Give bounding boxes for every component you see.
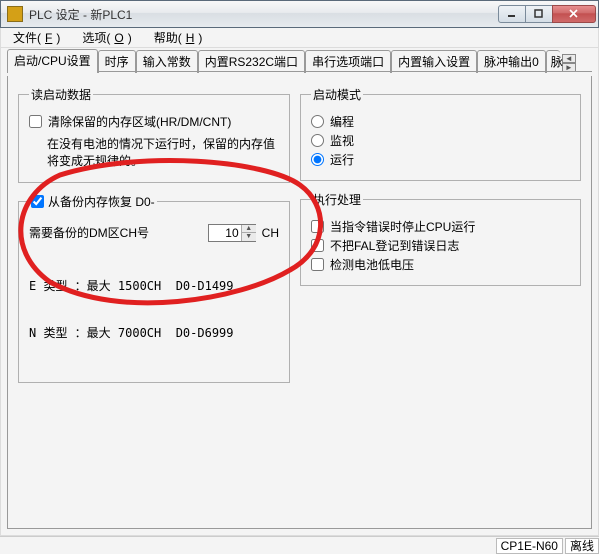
- dm-ch-up[interactable]: ▲: [242, 225, 256, 233]
- rad-monitor-input[interactable]: [311, 134, 324, 147]
- type-e-line: E 类型 ：最大 1500CH D0-D1499: [29, 279, 279, 295]
- note-line1: 在没有电池的情况下运行时，保留的内存值: [47, 136, 279, 153]
- chk-stop-on-error-input[interactable]: [311, 220, 324, 233]
- tab-startup-cpu[interactable]: 启动/CPU设置: [7, 49, 98, 73]
- dm-ch-unit: CH: [262, 226, 279, 240]
- chk-battery[interactable]: 检测电池低电压: [311, 256, 570, 273]
- chk-fal-log-input[interactable]: [311, 239, 324, 252]
- tab-pulse-out-0[interactable]: 脉冲输出0: [477, 50, 546, 73]
- chk-battery-label: 检测电池低电压: [330, 256, 414, 273]
- minimize-button[interactable]: [498, 5, 526, 23]
- menubar: 文件(F) 选项(O) 帮助(H): [0, 28, 599, 48]
- menu-options[interactable]: 选项(O): [74, 28, 139, 47]
- group-exec: 执行处理 当指令错误时停止CPU运行 不把FAL登记到错误日志 检测电池低电压: [300, 191, 581, 286]
- chk-fal-log[interactable]: 不把FAL登记到错误日志: [311, 237, 570, 254]
- tab-serial-option[interactable]: 串行选项端口: [305, 50, 391, 73]
- rad-program[interactable]: 编程: [311, 113, 570, 130]
- rad-program-input[interactable]: [311, 115, 324, 128]
- close-button[interactable]: [552, 5, 596, 23]
- rad-program-label: 编程: [330, 113, 354, 130]
- rad-run-label: 运行: [330, 151, 354, 168]
- tab-rs232c[interactable]: 内置RS232C端口: [198, 50, 305, 73]
- chk-restore-backup[interactable]: [31, 195, 44, 208]
- rad-monitor-label: 监视: [330, 132, 354, 149]
- note-no-battery: 在没有电池的情况下运行时，保留的内存值 将变成无规律的。: [47, 136, 279, 170]
- chk-clear-retained[interactable]: 清除保留的内存区域(HR/DM/CNT): [29, 113, 279, 130]
- dm-ch-down[interactable]: ▼: [242, 233, 256, 241]
- tab-builtin-input[interactable]: 内置输入设置: [391, 50, 477, 73]
- dm-ch-spinner[interactable]: ▲ ▼: [208, 224, 256, 242]
- tab-input-const[interactable]: 输入常数: [136, 50, 198, 73]
- window-buttons: [499, 5, 596, 23]
- rad-run-input[interactable]: [311, 153, 324, 166]
- dm-ch-input[interactable]: [209, 226, 241, 240]
- menu-help[interactable]: 帮助(H): [146, 28, 211, 47]
- group-read-boot-legend: 读启动数据: [29, 86, 93, 103]
- rad-monitor[interactable]: 监视: [311, 132, 570, 149]
- group-boot-mode-legend: 启动模式: [311, 86, 363, 103]
- tab-scroll: ◄ ►: [562, 54, 576, 72]
- dm-ch-label: 需要备份的DM区CH号: [29, 224, 149, 241]
- maximize-icon: [534, 9, 544, 19]
- group-read-boot: 读启动数据 清除保留的内存区域(HR/DM/CNT) 在没有电池的情况下运行时，…: [18, 86, 290, 183]
- type-list: E 类型 ：最大 1500CH D0-D1499 N 类型 ：最大 7000CH…: [29, 248, 279, 373]
- chk-stop-on-error[interactable]: 当指令错误时停止CPU运行: [311, 218, 570, 235]
- chk-clear-retained-input[interactable]: [29, 115, 42, 128]
- group-exec-legend: 执行处理: [311, 191, 363, 208]
- chk-clear-retained-label: 清除保留的内存区域(HR/DM/CNT): [48, 113, 231, 130]
- chk-fal-log-label: 不把FAL登记到错误日志: [330, 237, 459, 254]
- tabstrip: 启动/CPU设置 时序 输入常数 内置RS232C端口 串行选项端口 内置输入设…: [1, 48, 598, 72]
- tab-overflow[interactable]: 脉: [546, 50, 560, 73]
- maximize-button[interactable]: [525, 5, 553, 23]
- status-model: CP1E-N60: [496, 538, 563, 554]
- statusbar: CP1E-N60 离线: [0, 536, 599, 554]
- status-connection: 离线: [565, 538, 599, 554]
- close-icon: [569, 9, 579, 19]
- type-n-line: N 类型 ：最大 7000CH D0-D6999: [29, 326, 279, 342]
- client-area: 启动/CPU设置 时序 输入常数 内置RS232C端口 串行选项端口 内置输入设…: [0, 48, 599, 536]
- app-icon: [7, 6, 23, 22]
- tab-timing[interactable]: 时序: [98, 50, 136, 73]
- menu-file[interactable]: 文件(F): [5, 28, 68, 47]
- window-title: PLC 设定 - 新PLC1: [29, 6, 499, 23]
- group-restore-backup: 从备份内存恢复 D0- 需要备份的DM区CH号 ▲ ▼ CH: [18, 193, 290, 384]
- group-restore-legend: 从备份内存恢复 D0-: [48, 193, 155, 210]
- group-boot-mode: 启动模式 编程 监视 运行: [300, 86, 581, 181]
- chk-battery-input[interactable]: [311, 258, 324, 271]
- tab-content: 读启动数据 清除保留的内存区域(HR/DM/CNT) 在没有电池的情况下运行时，…: [7, 76, 592, 529]
- rad-run[interactable]: 运行: [311, 151, 570, 168]
- tab-scroll-left[interactable]: ◄: [562, 54, 576, 63]
- chk-stop-on-error-label: 当指令错误时停止CPU运行: [330, 218, 475, 235]
- titlebar: PLC 设定 - 新PLC1: [0, 0, 599, 28]
- minimize-icon: [507, 9, 517, 19]
- note-line2: 将变成无规律的。: [47, 153, 279, 170]
